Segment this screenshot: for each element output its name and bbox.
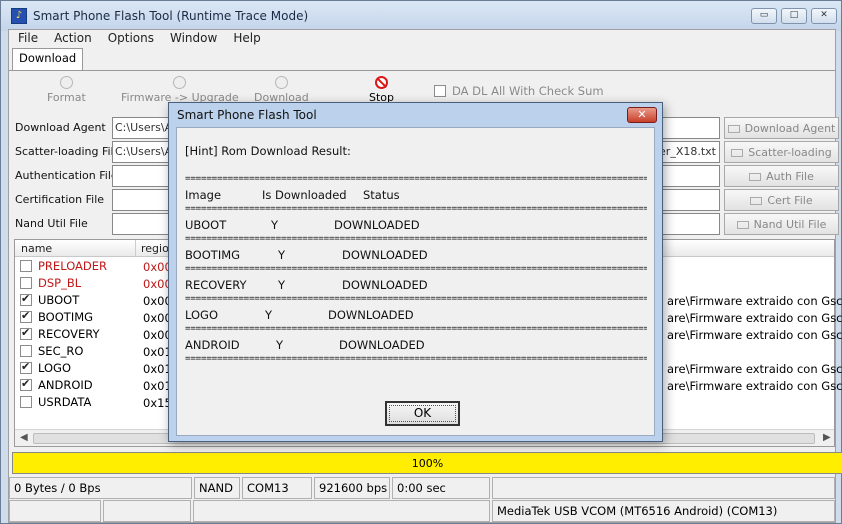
result-image: LOGO — [185, 308, 219, 322]
dialog-title: Smart Phone Flash Tool — [177, 108, 317, 122]
cert-button[interactable]: Cert File — [724, 189, 839, 211]
result-image: ANDROID — [185, 338, 240, 352]
row-checkbox[interactable] — [20, 360, 32, 374]
row-checkbox[interactable] — [20, 396, 32, 408]
app-icon: ♪ — [11, 8, 27, 24]
status-empty-3 — [103, 500, 191, 522]
result-status: DOWNLOADED — [339, 338, 425, 352]
header-image: Image — [185, 188, 222, 202]
menu-bar: File Action Options Window Help — [9, 30, 835, 48]
separator: ========================================… — [185, 233, 647, 244]
scroll-right-icon[interactable]: ▶ — [823, 432, 831, 443]
result-downloaded: Y — [278, 278, 286, 292]
status-empty-2 — [9, 500, 101, 522]
menu-window[interactable]: Window — [161, 30, 224, 48]
result-downloaded: Y — [271, 218, 279, 232]
checkbox-icon — [434, 85, 446, 97]
result-image: UBOOT — [185, 218, 227, 232]
dialog-close-button[interactable]: ✕ — [627, 107, 657, 123]
download-icon — [274, 76, 288, 89]
row-checkbox[interactable] — [20, 309, 32, 323]
menu-file[interactable]: File — [9, 30, 45, 48]
status-time: 0:00 sec — [392, 477, 490, 499]
separator: ========================================… — [185, 323, 647, 334]
result-image: BOOTIMG — [185, 248, 241, 262]
download-button[interactable]: Download — [254, 76, 309, 104]
status-storage: NAND — [194, 477, 240, 499]
menu-options[interactable]: Options — [99, 30, 161, 48]
row-checkbox[interactable] — [20, 260, 32, 272]
auth-button[interactable]: Auth File — [724, 165, 839, 187]
separator: ========================================… — [185, 173, 647, 184]
download-agent-label: Download Agent — [15, 121, 106, 134]
folder-icon — [727, 125, 740, 133]
folder-icon — [731, 149, 744, 157]
firmware-upgrade-button[interactable]: Firmware -> Upgrade — [121, 76, 239, 104]
stop-button[interactable]: Stop — [369, 76, 394, 104]
title-bar: ♪ Smart Phone Flash Tool (Runtime Trace … — [1, 1, 841, 31]
column-name[interactable]: name — [21, 242, 52, 255]
result-status: DOWNLOADED — [342, 248, 428, 262]
status-transfer: 0 Bytes / 0 Bps — [9, 477, 192, 499]
progress-label: 100% — [411, 457, 444, 470]
hint-text: [Hint] Rom Download Result: — [185, 144, 351, 158]
separator: ========================================… — [185, 263, 647, 274]
menu-action[interactable]: Action — [45, 30, 99, 48]
format-button[interactable]: Format — [47, 76, 86, 104]
header-status: Status — [363, 188, 400, 202]
result-status: DOWNLOADED — [328, 308, 414, 322]
separator: ========================================… — [185, 353, 647, 364]
window-title: Smart Phone Flash Tool (Runtime Trace Mo… — [33, 9, 309, 23]
dialog-body: [Hint] Rom Download Result: ============… — [176, 127, 655, 436]
stop-icon — [375, 76, 388, 89]
close-button[interactable]: ✕ — [811, 8, 837, 24]
separator: ========================================… — [185, 293, 647, 304]
ok-button[interactable]: OK — [385, 401, 460, 426]
scatter-label: Scatter-loading File — [15, 145, 121, 158]
result-downloaded: Y — [265, 308, 273, 322]
firmware-upgrade-icon — [173, 76, 187, 89]
row-checkbox[interactable] — [20, 292, 32, 306]
scatter-button[interactable]: Scatter-loading — [724, 141, 839, 163]
status-baud: 921600 bps — [314, 477, 390, 499]
status-port: COM13 — [242, 477, 312, 499]
main-window: ♪ Smart Phone Flash Tool (Runtime Trace … — [0, 0, 842, 524]
status-bar: 0 Bytes / 0 Bps NAND COM13 921600 bps 0:… — [9, 477, 835, 522]
header-downloaded: Is Downloaded — [262, 188, 347, 202]
format-icon — [59, 76, 73, 89]
nand-util-label: Nand Util File — [15, 217, 88, 230]
nand-util-button[interactable]: Nand Util File — [724, 213, 839, 235]
result-dialog: Smart Phone Flash Tool ✕ [Hint] Rom Down… — [168, 102, 663, 442]
result-status: DOWNLOADED — [334, 218, 420, 232]
row-checkbox[interactable] — [20, 326, 32, 340]
folder-icon — [750, 197, 763, 205]
cert-label: Certification File — [15, 193, 105, 206]
da-checksum-checkbox[interactable]: DA DL All With Check Sum — [434, 84, 604, 98]
status-empty-4 — [193, 500, 490, 522]
status-empty — [492, 477, 835, 499]
folder-icon — [736, 221, 749, 229]
maximize-button[interactable]: □ — [781, 8, 807, 24]
result-downloaded: Y — [278, 248, 286, 262]
menu-help[interactable]: Help — [224, 30, 267, 48]
result-image: RECOVERY — [185, 278, 247, 292]
progress-bar: 100% — [12, 452, 842, 474]
scroll-left-icon[interactable]: ◀ — [20, 432, 28, 443]
result-status: DOWNLOADED — [342, 278, 428, 292]
minimize-button[interactable]: ▭ — [751, 8, 777, 24]
status-device: MediaTek USB VCOM (MT6516 Android) (COM1… — [492, 500, 835, 522]
separator: ========================================… — [185, 203, 647, 214]
result-downloaded: Y — [276, 338, 284, 352]
folder-icon — [749, 173, 762, 181]
row-checkbox[interactable] — [20, 377, 32, 391]
download-agent-button[interactable]: Download Agent — [724, 117, 839, 139]
tab-download[interactable]: Download — [12, 48, 84, 70]
row-checkbox[interactable] — [20, 345, 32, 357]
auth-label: Authentication File — [15, 169, 118, 182]
row-checkbox[interactable] — [20, 277, 32, 289]
